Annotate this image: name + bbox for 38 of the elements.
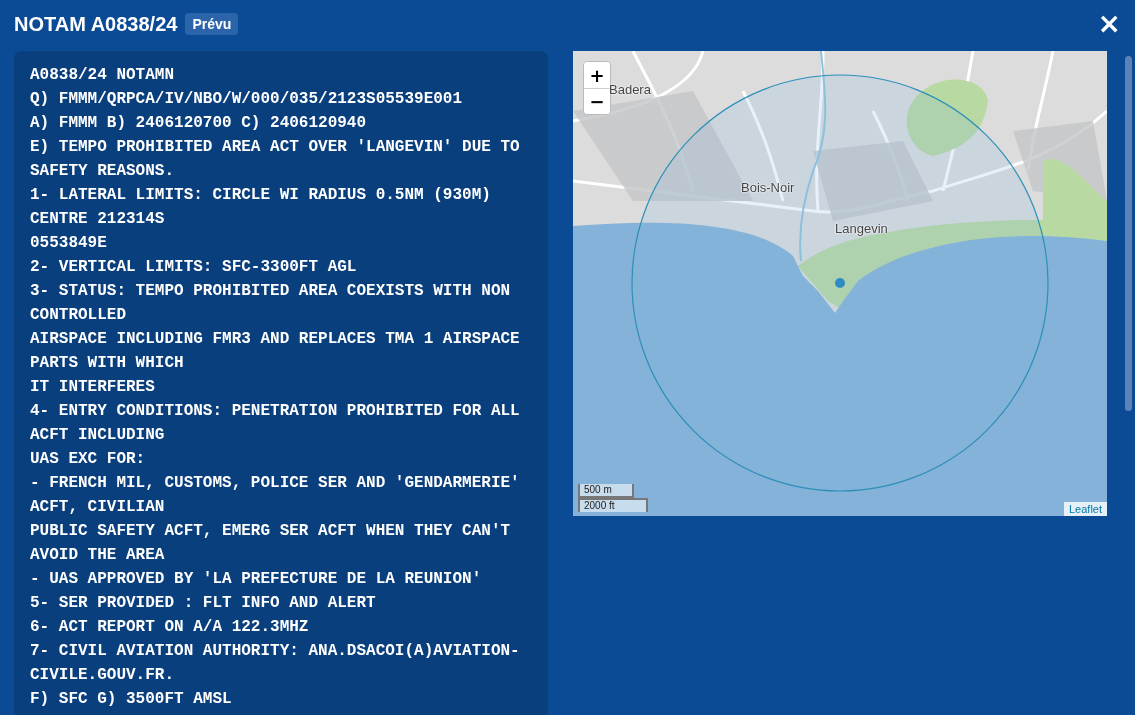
attribution-link[interactable]: Leaflet xyxy=(1063,502,1107,516)
notam-text-line: 4- ENTRY CONDITIONS: PENETRATION PROHIBITED FOR ALL xyxy=(30,401,521,422)
scale-bar: 2000 ft xyxy=(578,498,648,512)
zoom-out-button[interactable]: − xyxy=(584,88,610,114)
notam-text-line: CIVILE.GOUV.FR. xyxy=(30,665,176,686)
dialog-title: NOTAM A0838/24 xyxy=(14,12,178,36)
notam-text-line: 0553849E xyxy=(30,233,108,254)
notam-text-line: AVOID THE AREA xyxy=(30,545,166,566)
scale-bar: 500 m xyxy=(578,484,634,498)
notam-text-line: 3- STATUS: TEMPO PROHIBITED AREA COEXISTS WITH NON xyxy=(30,281,512,302)
notam-text-line: F) SFC G) 3500FT AMSL xyxy=(30,689,233,710)
notam-text-line: AIRSPACE INCLUDING FMR3 AND REPLACES TMA 1 AIRSPACE xyxy=(30,329,521,350)
notam-text-line: PARTS WITH WHICH xyxy=(30,353,185,374)
status-badge: Prévu xyxy=(185,13,239,35)
notam-text-line: SAFETY REASONS. xyxy=(30,161,176,182)
notam-text-line: IT INTERFERES xyxy=(30,377,156,398)
map-place-label: Bois-Noir xyxy=(741,180,795,195)
scrollbar-thumb[interactable] xyxy=(1125,56,1132,411)
close-button[interactable]: × xyxy=(1093,10,1125,38)
notam-text-line: CENTRE 212314S xyxy=(30,209,166,230)
notam-text-line: E) TEMPO PROHIBITED AREA ACT OVER 'LANGEVIN' DUE TO xyxy=(30,137,521,158)
notam-text-line: A) FMMM B) 2406120700 C) 2406120940 xyxy=(30,113,368,134)
map-place-label: Langevin xyxy=(835,221,888,236)
notam-text-line: ACFT INCLUDING xyxy=(30,425,166,446)
notam-text-line: Q) FMMM/QRPCA/IV/NBO/W/000/035/2123S05539E001 xyxy=(30,89,464,110)
notam-text-line: 2- VERTICAL LIMITS: SFC-3300FT AGL xyxy=(30,257,358,278)
notam-text-line: CONTROLLED xyxy=(30,305,127,326)
notam-text-line: PUBLIC SAFETY ACFT, EMERG SER ACFT WHEN THEY CAN'T xyxy=(30,521,512,542)
notam-text-line: 1- LATERAL LIMITS: CIRCLE WI RADIUS 0.5NM (930M) xyxy=(30,185,492,206)
notam-text-line: 6- ACT REPORT ON A/A 122.3MHZ xyxy=(30,617,310,638)
notam-text-line: A0838/24 NOTAMN xyxy=(30,65,176,86)
notam-text-line: 7- CIVIL AVIATION AUTHORITY: ANA.DSACOI(A)AVIATION- xyxy=(30,641,521,662)
map-place-label: Badera xyxy=(609,82,651,97)
notam-text-line: - UAS APPROVED BY 'LA PREFECTURE DE LA REUNION' xyxy=(30,569,483,590)
notam-text-line: - FRENCH MIL, CUSTOMS, POLICE SER AND 'GENDARMERIE' xyxy=(30,473,521,494)
notam-text-line: 5- SER PROVIDED : FLT INFO AND ALERT xyxy=(30,593,377,614)
notam-text-line: ACFT, CIVILIAN xyxy=(30,497,166,518)
notam-text-line: UAS EXC FOR: xyxy=(30,449,147,470)
